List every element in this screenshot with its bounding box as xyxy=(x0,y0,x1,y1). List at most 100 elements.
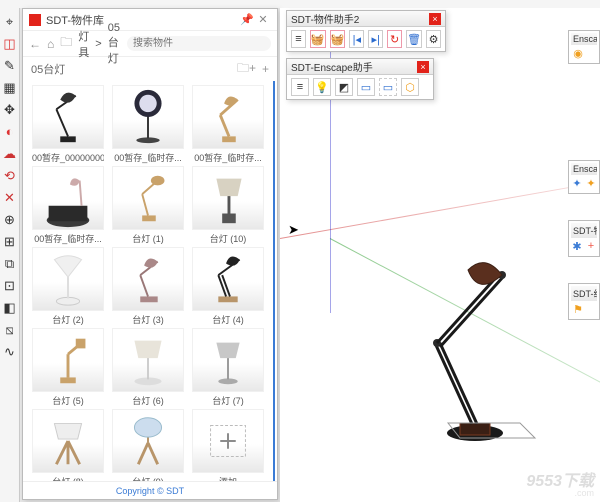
plus-icon[interactable]: + xyxy=(585,240,597,254)
rect-icon[interactable]: ▭ xyxy=(357,78,375,96)
thumbnail-image xyxy=(192,409,264,473)
close-icon[interactable]: × xyxy=(429,13,441,25)
basket-icon[interactable]: 🧺 xyxy=(310,30,326,48)
lamp-thumbnail[interactable]: 00暂存_00000000 xyxy=(29,85,107,164)
hex-icon[interactable]: ⬡ xyxy=(401,78,419,96)
lamp-thumbnail[interactable]: 台灯 (8) xyxy=(29,409,107,481)
dock-enscape[interactable]: Enscap ◉ xyxy=(568,30,600,64)
cursor-icon: ➤ xyxy=(288,222,299,238)
tool-icon[interactable]: ✕ xyxy=(2,190,18,206)
thumbnail-caption: 台灯 (4) xyxy=(212,313,244,326)
tool-icon[interactable]: ◫ xyxy=(2,36,18,52)
tool-icon[interactable]: ◧ xyxy=(2,300,18,316)
dock-sdt-comp[interactable]: SDT-组件... ⚑ xyxy=(568,283,600,320)
dock-icon[interactable]: ✦ xyxy=(571,177,583,191)
lamp-thumbnail[interactable]: 00暂存_临时存... xyxy=(189,85,267,164)
thumbnail-caption: 台灯 (3) xyxy=(132,313,164,326)
float-enscape-helper[interactable]: SDT-Enscape助手 × ≡ 💡 ◩ ▭ ▭ ⬡ xyxy=(286,58,434,100)
lamp-thumbnail[interactable]: 台灯 (3) xyxy=(109,247,187,326)
rect-dash-icon[interactable]: ▭ xyxy=(379,78,397,96)
thumbnail-image xyxy=(192,247,264,311)
dock-sdt-obj[interactable]: SDT-物件... ✱+ xyxy=(568,220,600,257)
lamp-thumbnail[interactable]: 台灯 (6) xyxy=(109,328,187,407)
lamp-thumbnail[interactable]: 台灯 (4) xyxy=(189,247,267,326)
close-icon[interactable]: × xyxy=(417,61,429,73)
panel-subheader: 05台灯 🗀+ + xyxy=(23,57,277,81)
thumbnail-caption: 00暂存_临时存... xyxy=(34,232,102,245)
panel-title-text: SDT-物件库 xyxy=(46,12,104,28)
axis-red xyxy=(280,182,595,239)
tool-icon[interactable]: ⧅ xyxy=(2,322,18,338)
right-docked-panels: Enscap ◉ Enscape C ✦✦ SDT-物件... ✱+ SDT-组… xyxy=(568,30,600,320)
tool-icon[interactable]: ✥ xyxy=(2,102,18,118)
tool-icon[interactable]: ⧉ xyxy=(2,256,18,272)
float-titlebar[interactable]: SDT-Enscape助手 × xyxy=(287,59,433,75)
lamp-thumbnail[interactable]: 台灯 (9) xyxy=(109,409,187,481)
add-item-cell[interactable]: 添加 xyxy=(189,409,267,481)
new-folder-icon[interactable]: 🗀+ xyxy=(237,59,256,80)
tool-icon[interactable]: ✎ xyxy=(2,58,18,74)
pin-icon[interactable]: 📌 xyxy=(239,13,255,26)
bulb-icon[interactable]: 💡 xyxy=(313,78,331,96)
trash-icon[interactable]: 🗑 xyxy=(406,30,422,48)
dock-enscape-c[interactable]: Enscape C ✦✦ xyxy=(568,160,600,194)
thumbnail-image xyxy=(112,328,184,392)
dock-icon[interactable]: ✦ xyxy=(585,177,597,191)
sdt-logo-icon xyxy=(29,14,41,26)
breadcrumb-sep: > xyxy=(95,38,101,50)
tool-icon[interactable]: ⊕ xyxy=(2,212,18,228)
back-icon[interactable]: ← xyxy=(29,37,41,51)
tool-icon[interactable]: ⟲ xyxy=(2,168,18,184)
last-icon[interactable]: ▸| xyxy=(368,30,383,48)
thumbnail-image xyxy=(112,166,184,230)
home-icon[interactable]: ⌂ xyxy=(47,37,54,51)
current-folder-label: 05台灯 xyxy=(31,61,65,77)
flag-icon[interactable]: ⚑ xyxy=(571,303,585,317)
component-library-panel: SDT-物件库 📌 ✕ ← ⌂ 🗀 灯具 > 05台灯 05台灯 🗀+ + 00… xyxy=(22,8,278,500)
tool-icon[interactable]: ⊞ xyxy=(2,234,18,250)
basket-icon[interactable]: 🧺 xyxy=(330,30,346,48)
tool-icon[interactable]: ▦ xyxy=(2,80,18,96)
panel-titlebar[interactable]: SDT-物件库 📌 ✕ xyxy=(23,9,277,31)
search-input[interactable] xyxy=(127,36,271,51)
tool-icon[interactable]: ◐ xyxy=(2,124,18,140)
lamp-thumbnail[interactable]: 台灯 (5) xyxy=(29,328,107,407)
tool-icon[interactable]: ⊡ xyxy=(2,278,18,294)
spark-icon[interactable]: ✱ xyxy=(571,240,583,254)
close-icon[interactable]: ✕ xyxy=(255,13,271,26)
gear-icon[interactable]: ⚙ xyxy=(426,30,441,48)
lamp-thumbnail[interactable]: 00暂存_临时存... xyxy=(29,166,107,245)
lamp-thumbnail[interactable]: 台灯 (7) xyxy=(189,328,267,407)
thumbnail-caption: 台灯 (6) xyxy=(132,394,164,407)
contrast-icon[interactable]: ◩ xyxy=(335,78,353,96)
thumbnail-caption: 00暂存_00000000 xyxy=(32,151,104,164)
thumbnail-image xyxy=(32,328,104,392)
left-vertical-toolbar: ⌖ ◫ ✎ ▦ ✥ ◐ ☁ ⟲ ✕ ⊕ ⊞ ⧉ ⊡ ◧ ⧅ ∿ xyxy=(0,8,20,502)
first-icon[interactable]: |◂ xyxy=(349,30,364,48)
refresh-icon[interactable]: ↻ xyxy=(387,30,402,48)
tool-icon[interactable]: ∿ xyxy=(2,344,18,360)
float-titlebar[interactable]: SDT-物件助手2 × xyxy=(287,11,445,27)
watermark: 9553下载 .com xyxy=(526,467,594,498)
add-icon[interactable]: + xyxy=(262,62,269,76)
breadcrumb-segment[interactable]: 灯具 xyxy=(78,28,89,60)
float-helper2[interactable]: SDT-物件助手2 × ≡ 🧺 🧺 |◂ ▸| ↻ 🗑 ⚙ xyxy=(286,10,446,52)
thumbnail-caption: 台灯 (7) xyxy=(212,394,244,407)
float-title: SDT-物件助手2 xyxy=(291,11,359,26)
lamp-thumbnail[interactable]: 台灯 (10) xyxy=(189,166,267,245)
menu-icon[interactable]: ≡ xyxy=(291,30,306,48)
lamp-thumbnail[interactable]: 台灯 (2) xyxy=(29,247,107,326)
thumbnail-grid[interactable]: 00暂存_00000000 00暂存_临时存... 00暂存_临时存... 00暂存_… xyxy=(23,81,275,481)
tool-icon[interactable]: ☁ xyxy=(2,146,18,162)
lamp-thumbnail[interactable]: 台灯 (1) xyxy=(109,166,187,245)
dock-thumb-icon[interactable]: ◉ xyxy=(571,47,585,61)
lamp-thumbnail[interactable]: 00暂存_临时存... xyxy=(109,85,187,164)
thumbnail-image xyxy=(192,85,264,149)
placed-lamp-model[interactable] xyxy=(380,248,540,448)
tool-icon[interactable]: ⌖ xyxy=(2,14,18,30)
menu-icon[interactable]: ≡ xyxy=(291,78,309,96)
thumbnail-image xyxy=(32,85,104,149)
folder-icon[interactable]: 🗀 xyxy=(60,33,72,54)
thumbnail-caption: 00暂存_临时存... xyxy=(194,151,262,164)
thumbnail-image xyxy=(112,85,184,149)
